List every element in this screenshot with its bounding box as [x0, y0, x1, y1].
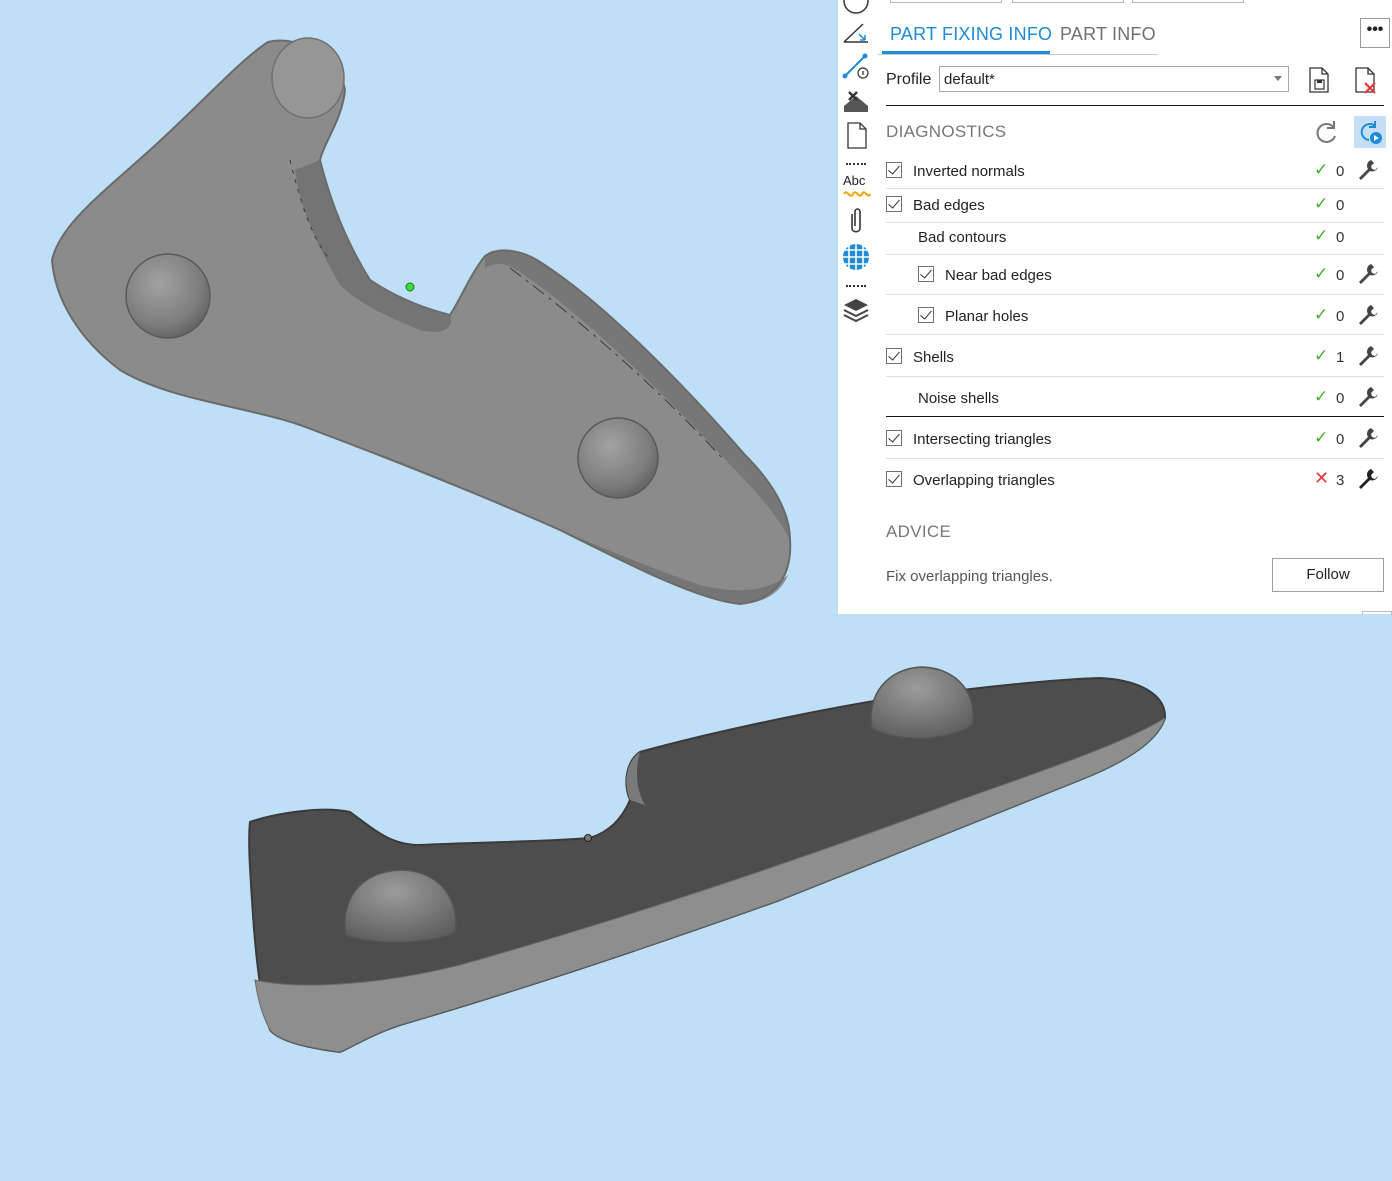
pick-point-marker — [584, 834, 592, 842]
mesh-grid-icon[interactable] — [841, 242, 871, 272]
save-profile-icon[interactable] — [1306, 66, 1332, 94]
wrench-icon[interactable] — [1357, 427, 1379, 449]
advice-text: Fix overlapping triangles. — [886, 568, 1053, 585]
check-icon: ✓ — [1314, 387, 1329, 406]
check-icon: ✓ — [1314, 305, 1329, 324]
diagnostic-label: Planar holes — [945, 308, 1029, 325]
diagnostic-count: 3 — [1336, 472, 1345, 489]
checkbox[interactable] — [886, 471, 902, 487]
checkbox[interactable] — [886, 430, 902, 446]
mesh-part-angled-view[interactable] — [248, 666, 1167, 1054]
diagnostic-count: 0 — [1336, 390, 1345, 407]
diagnostic-row-bad-edges: Bad edges ✓ 0 — [886, 190, 1384, 223]
scroll-handle[interactable] — [1362, 611, 1392, 615]
diagnostic-count: 0 — [1336, 431, 1345, 448]
diagnostic-label: Bad edges — [913, 197, 985, 214]
error-icon: ✕ — [1314, 468, 1330, 488]
diagnostic-label: Bad contours — [918, 229, 1007, 246]
tab-bar: PART FIXING INFO PART INFO — [878, 18, 1158, 55]
refresh-icon[interactable] — [1314, 118, 1340, 146]
diagnostic-row-overlapping-triangles: Overlapping triangles ✕ 3 — [886, 460, 1384, 500]
follow-button[interactable]: Follow — [1272, 558, 1384, 592]
toolbar-button[interactable] — [890, 0, 1002, 3]
check-icon: ✓ — [1314, 226, 1329, 245]
toolbar-button[interactable] — [1132, 0, 1244, 3]
check-icon: ✓ — [1314, 428, 1329, 447]
diagnostics-heading: DIAGNOSTICS — [886, 122, 1007, 141]
advice-heading: ADVICE — [886, 522, 952, 541]
diagnostic-label: Near bad edges — [945, 267, 1052, 284]
diagnostic-label: Inverted normals — [913, 163, 1025, 180]
diagnostic-row-noise-shells: Noise shells ✓ 0 — [886, 378, 1384, 416]
wrench-icon[interactable] — [1357, 159, 1379, 181]
diagnostic-row-near-bad-edges: Near bad edges ✓ 0 — [886, 256, 1384, 295]
section-divider — [886, 416, 1384, 417]
measure-distance-icon[interactable] — [841, 52, 871, 82]
tab-part-info[interactable]: PART INFO — [1060, 24, 1156, 45]
check-icon: ✓ — [1314, 346, 1329, 365]
checkbox[interactable] — [918, 266, 934, 282]
pick-point-marker — [405, 282, 415, 292]
wrench-icon[interactable] — [1357, 345, 1379, 367]
svg-text:Abc: Abc — [843, 173, 866, 188]
profile-label: Profile — [886, 71, 932, 88]
profile-dropdown[interactable]: default* — [939, 66, 1289, 92]
wrench-icon[interactable] — [1357, 386, 1379, 408]
diagnostic-row-shells: Shells ✓ 1 — [886, 336, 1384, 377]
check-icon: ✓ — [1314, 160, 1329, 179]
checkbox[interactable] — [886, 348, 902, 364]
profile-value: default* — [944, 71, 995, 88]
check-icon: ✓ — [1314, 264, 1329, 283]
diagnostic-row-intersecting-triangles: Intersecting triangles ✓ 0 — [886, 418, 1384, 459]
diagnostic-count: 0 — [1336, 267, 1345, 284]
toolbar-separator — [846, 163, 866, 165]
mark-tools-icon[interactable] — [841, 86, 871, 116]
diagnostic-count: 0 — [1336, 308, 1345, 325]
diagnostic-count: 0 — [1336, 229, 1345, 246]
toolbar-button[interactable] — [1012, 0, 1124, 3]
diagnostic-count: 1 — [1336, 349, 1345, 366]
diagnostic-row-bad-contours: Bad contours ✓ 0 — [886, 222, 1384, 255]
diagnostic-row-inverted-normals: Inverted normals ✓ 0 — [886, 156, 1384, 189]
mesh-bump — [577, 417, 659, 499]
diagnostic-label: Intersecting triangles — [913, 431, 1052, 448]
document-icon[interactable] — [841, 120, 871, 150]
vertical-toolbar: Abc — [838, 0, 874, 614]
diagnostic-label: Overlapping triangles — [913, 472, 1055, 489]
checkbox[interactable] — [918, 307, 934, 323]
checkbox[interactable] — [886, 196, 902, 212]
tab-part-fixing-info[interactable]: PART FIXING INFO — [890, 24, 1052, 45]
check-icon: ✓ — [1314, 194, 1329, 213]
diagnostic-count: 0 — [1336, 197, 1345, 214]
checkbox[interactable] — [886, 162, 902, 178]
auto-refresh-icon — [1360, 121, 1382, 144]
attachment-icon[interactable] — [841, 206, 871, 236]
chevron-down-icon — [1274, 76, 1282, 81]
more-options-button[interactable]: ••• — [1360, 18, 1390, 48]
auto-update-toggle[interactable] — [1354, 116, 1386, 148]
delete-profile-icon[interactable] — [1352, 66, 1378, 94]
wrench-icon[interactable] — [1357, 263, 1379, 285]
layers-icon[interactable] — [841, 296, 871, 326]
mesh-part-top-view[interactable] — [50, 37, 792, 606]
diagnostic-count: 0 — [1336, 163, 1345, 180]
wrench-icon[interactable] — [1357, 468, 1379, 490]
mesh-bump — [870, 666, 974, 739]
measure-angle-icon[interactable] — [841, 18, 871, 48]
section-divider — [886, 105, 1384, 106]
diagnostic-row-planar-holes: Planar holes ✓ 0 — [886, 296, 1384, 335]
part-fixing-panel: PART FIXING INFO PART INFO ••• Profile d… — [874, 0, 1392, 615]
toolbar-separator — [846, 285, 866, 287]
text-label-icon[interactable]: Abc — [841, 170, 871, 200]
wrench-icon[interactable] — [1357, 304, 1379, 326]
rotate-view-icon[interactable] — [841, 0, 871, 16]
active-tab-indicator — [882, 51, 1050, 54]
diagnostic-label: Shells — [913, 349, 954, 366]
diagnostic-label: Noise shells — [918, 390, 999, 407]
mesh-bump — [125, 253, 211, 339]
